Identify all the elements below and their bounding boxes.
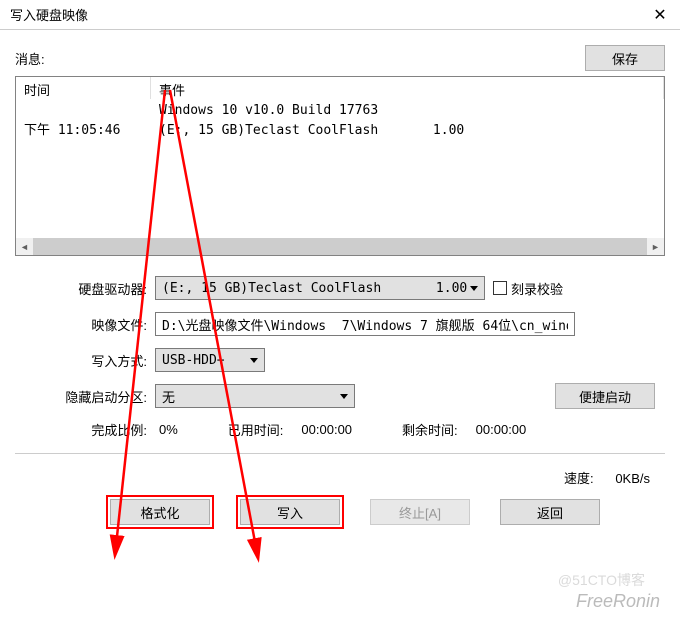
log-body: Windows 10 v10.0 Build 17763 下午 11:05:46… bbox=[16, 99, 664, 143]
scroll-left-arrow-icon[interactable]: ◄ bbox=[16, 238, 33, 255]
window-title: 写入硬盘映像 bbox=[10, 5, 640, 24]
progress-value: 0% bbox=[159, 422, 178, 437]
image-row: 映像文件: bbox=[25, 312, 655, 336]
log-headers: 时间 事件 bbox=[16, 77, 664, 99]
partition-value: 无 bbox=[162, 387, 175, 406]
watermark-sub: @51CTO博客 bbox=[558, 570, 645, 590]
divider bbox=[15, 453, 665, 454]
log-event-cell: (E:, 15 GB)Teclast CoolFlash 1.00 bbox=[151, 121, 664, 141]
messages-label: 消息: bbox=[15, 49, 585, 68]
remaining-value: 00:00:00 bbox=[476, 422, 527, 437]
log-box: 时间 事件 Windows 10 v10.0 Build 17763 下午 11… bbox=[15, 76, 665, 256]
elapsed-value: 00:00:00 bbox=[301, 422, 352, 437]
content-area: 消息: 保存 时间 事件 Windows 10 v10.0 Build 1776… bbox=[0, 30, 680, 535]
method-label: 写入方式: bbox=[25, 351, 155, 370]
log-event-cell: Windows 10 v10.0 Build 17763 bbox=[151, 101, 664, 121]
list-item: 下午 11:05:46 (E:, 15 GB)Teclast CoolFlash… bbox=[16, 121, 664, 141]
speed-row: 速度: 0KB/s bbox=[15, 468, 665, 487]
partition-label: 隐藏启动分区: bbox=[25, 387, 155, 406]
close-button[interactable]: ✕ bbox=[640, 0, 680, 30]
col-time-header: 时间 bbox=[16, 77, 151, 99]
scroll-right-arrow-icon[interactable]: ► bbox=[647, 238, 664, 255]
scroll-thumb[interactable] bbox=[33, 238, 647, 255]
save-button[interactable]: 保存 bbox=[585, 45, 665, 71]
verify-checkbox-wrap[interactable]: 刻录校验 bbox=[493, 279, 563, 298]
drive-row: 硬盘驱动器: (E:, 15 GB)Teclast CoolFlash 1.00… bbox=[25, 276, 655, 300]
write-method-select[interactable]: USB-HDD+ bbox=[155, 348, 265, 372]
format-button[interactable]: 格式化 bbox=[110, 499, 210, 525]
list-item: Windows 10 v10.0 Build 17763 bbox=[16, 101, 664, 121]
scroll-track[interactable] bbox=[33, 238, 647, 255]
form-area: 硬盘驱动器: (E:, 15 GB)Teclast CoolFlash 1.00… bbox=[15, 276, 665, 439]
method-row: 写入方式: USB-HDD+ bbox=[25, 348, 655, 372]
speed-label: 速度: bbox=[564, 471, 594, 486]
image-path-input[interactable] bbox=[155, 312, 575, 336]
hidden-partition-select[interactable]: 无 bbox=[155, 384, 355, 408]
stats-row: 完成比例: 0% 已用时间: 00:00:00 剩余时间: 00:00:00 bbox=[25, 420, 655, 439]
partition-row: 隐藏启动分区: 无 便捷启动 bbox=[25, 384, 655, 408]
quickboot-button[interactable]: 便捷启动 bbox=[555, 383, 655, 409]
remaining-label: 剩余时间: bbox=[402, 420, 458, 439]
log-time-cell bbox=[16, 101, 151, 121]
action-buttons-row: 格式化 写入 终止[A] 返回 bbox=[15, 499, 665, 525]
horizontal-scrollbar[interactable]: ◄ ► bbox=[16, 238, 664, 255]
progress-label: 完成比例: bbox=[25, 420, 155, 439]
drive-select[interactable]: (E:, 15 GB)Teclast CoolFlash 1.00 bbox=[155, 276, 485, 300]
write-button[interactable]: 写入 bbox=[240, 499, 340, 525]
abort-button: 终止[A] bbox=[370, 499, 470, 525]
log-time-cell: 下午 11:05:46 bbox=[16, 121, 151, 141]
drive-label: 硬盘驱动器: bbox=[25, 279, 155, 298]
verify-label: 刻录校验 bbox=[511, 279, 563, 298]
speed-value: 0KB/s bbox=[615, 471, 650, 486]
elapsed-label: 已用时间: bbox=[228, 420, 284, 439]
verify-checkbox[interactable] bbox=[493, 281, 507, 295]
col-event-header: 事件 bbox=[151, 77, 664, 99]
watermark: FreeRonin bbox=[576, 591, 660, 612]
title-bar: 写入硬盘映像 ✕ bbox=[0, 0, 680, 30]
method-value: USB-HDD+ bbox=[162, 353, 225, 368]
back-button[interactable]: 返回 bbox=[500, 499, 600, 525]
image-label: 映像文件: bbox=[25, 315, 155, 334]
message-header-row: 消息: 保存 bbox=[15, 45, 665, 71]
drive-value: (E:, 15 GB)Teclast CoolFlash 1.00 bbox=[162, 281, 467, 296]
